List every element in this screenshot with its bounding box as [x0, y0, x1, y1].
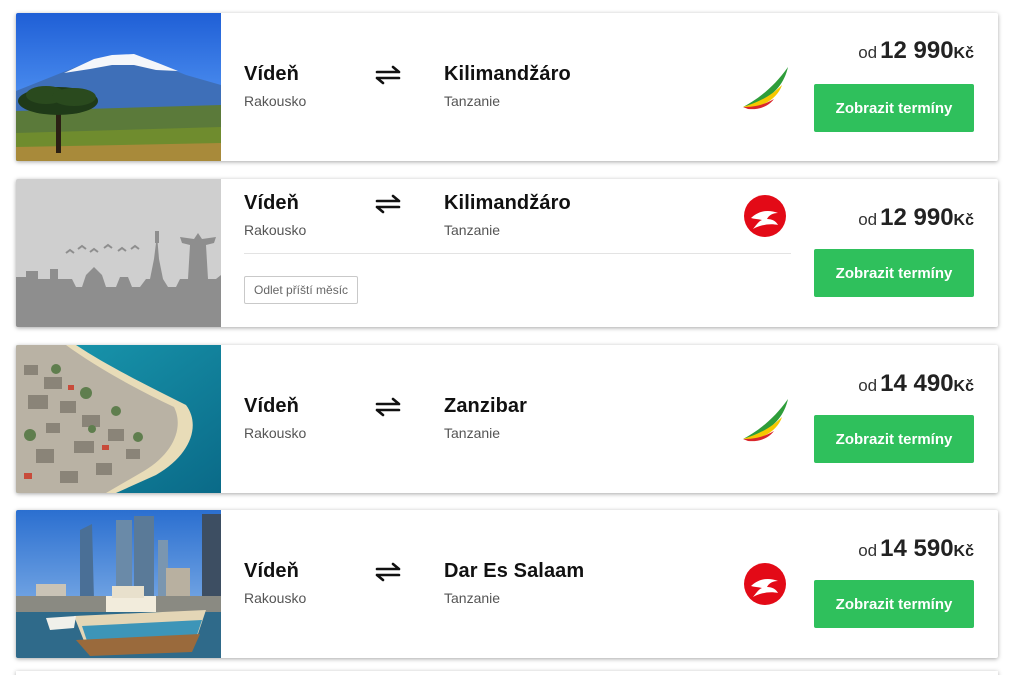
departure-next-month-tag[interactable]: Odlet příští měsíc: [244, 276, 359, 304]
price-currency: Kč: [953, 378, 974, 395]
flight-results-list: Vídeň Rakousko Kilimandžáro Tanzanie od 1…: [0, 0, 1024, 675]
show-dates-button[interactable]: Zobrazit termíny: [814, 84, 974, 132]
origin-city: Vídeň: [244, 63, 299, 85]
price-amount: 14 590: [880, 535, 954, 562]
turkish-airlines-logo-icon: [744, 195, 786, 237]
destination-country: Tanzanie: [444, 425, 501, 441]
card-divider: [244, 253, 791, 254]
destination-country: Tanzanie: [444, 590, 501, 606]
city-skyline-placeholder-image: [16, 179, 221, 327]
price-currency: Kč: [953, 212, 974, 229]
destination-city: Zanzibar: [444, 395, 528, 417]
destination-country: Tanzanie: [444, 222, 501, 238]
price-amount: 14 490: [880, 370, 954, 397]
price-amount: 12 990: [880, 204, 954, 231]
price-prefix: od: [858, 210, 878, 229]
origin-city: Vídeň: [244, 560, 299, 582]
origin-city: Vídeň: [244, 395, 299, 417]
price: od 14 590Kč: [858, 535, 974, 563]
destination-country: Tanzanie: [444, 93, 501, 109]
ethiopian-airlines-logo-icon: [743, 67, 788, 110]
next-result-card-edge: [16, 671, 998, 675]
price: od 12 990Kč: [858, 204, 974, 232]
price-prefix: od: [858, 541, 878, 560]
zanzibar-coast-photo: [16, 345, 221, 493]
price-currency: Kč: [953, 45, 974, 62]
ethiopian-airlines-logo-icon: [743, 399, 788, 442]
origin-country: Rakousko: [244, 222, 307, 238]
dar-es-salaam-harbor-photo: [16, 510, 221, 658]
mount-kilimanjaro-photo: [16, 13, 221, 161]
origin-country: Rakousko: [244, 425, 307, 441]
price-prefix: od: [858, 376, 878, 395]
flight-result-card[interactable]: Vídeň Rakousko Dar Es Salaam Tanzanie od…: [16, 510, 998, 658]
show-dates-button[interactable]: Zobrazit termíny: [814, 580, 974, 628]
flight-result-card[interactable]: Vídeň Rakousko Zanzibar Tanzanie od 14 49…: [16, 345, 998, 493]
round-trip-arrows-icon: [375, 562, 401, 582]
price: od 14 490Kč: [858, 370, 974, 398]
price-prefix: od: [858, 43, 878, 62]
turkish-airlines-logo-icon: [744, 563, 786, 605]
price-amount: 12 990: [880, 37, 954, 64]
show-dates-button[interactable]: Zobrazit termíny: [814, 249, 974, 297]
origin-country: Rakousko: [244, 93, 307, 109]
price-currency: Kč: [953, 543, 974, 560]
origin-city: Vídeň: [244, 192, 299, 214]
destination-city: Dar Es Salaam: [444, 560, 585, 582]
round-trip-arrows-icon: [375, 65, 401, 85]
destination-city: Kilimandžáro: [444, 192, 571, 214]
show-dates-button[interactable]: Zobrazit termíny: [814, 415, 974, 463]
flight-result-card[interactable]: Vídeň Rakousko Kilimandžáro Tanzanie od 1…: [16, 13, 998, 161]
destination-city: Kilimandžáro: [444, 63, 571, 85]
flight-result-card[interactable]: Vídeň Rakousko Kilimandžáro Tanzanie Odl…: [16, 179, 998, 327]
round-trip-arrows-icon: [375, 397, 401, 417]
round-trip-arrows-icon: [375, 194, 401, 214]
origin-country: Rakousko: [244, 590, 307, 606]
price: od 12 990Kč: [858, 37, 974, 65]
